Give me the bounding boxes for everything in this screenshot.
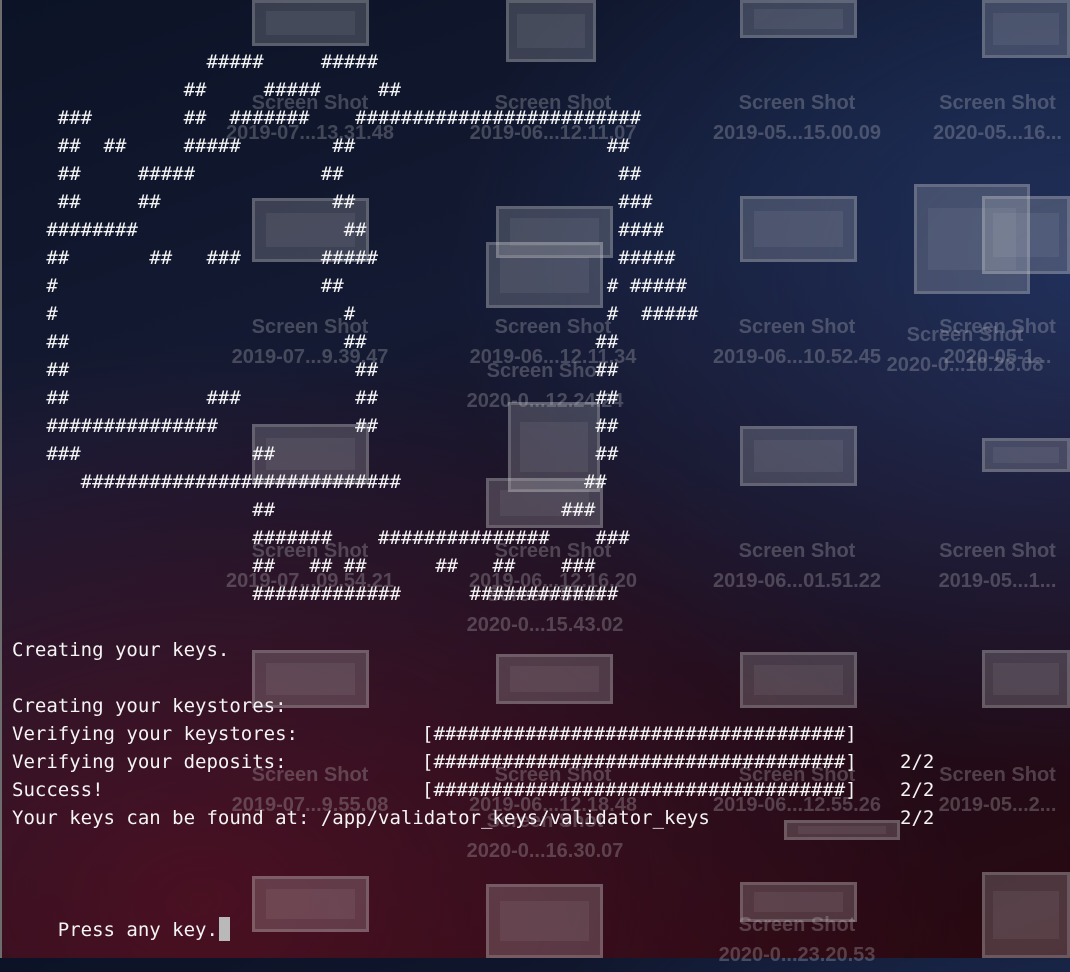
progress-label: Verifying your deposits:: [12, 751, 287, 773]
keys-location-text: Your keys can be found at: /app/validato…: [12, 807, 710, 829]
progress-row-verify-deposits: Verifying your deposits: [##############…: [12, 720, 1012, 860]
ascii-art-logo: ##### ##### ## ##### ## ### ## ####### #…: [46, 51, 699, 605]
text-cursor: [218, 917, 230, 941]
progress-count: 2/2: [900, 807, 935, 829]
prompt-line[interactable]: Press any key.: [12, 888, 230, 972]
terminal-window[interactable]: ##### ##### ## ##### ## ### ## ####### #…: [0, 0, 1070, 958]
creating-keys-text: Creating your keys.: [12, 639, 230, 661]
progress-bar: [####################################]: [422, 779, 857, 801]
success-text: Success!: [12, 779, 104, 801]
press-any-key-text: Press any key.: [57, 919, 218, 941]
